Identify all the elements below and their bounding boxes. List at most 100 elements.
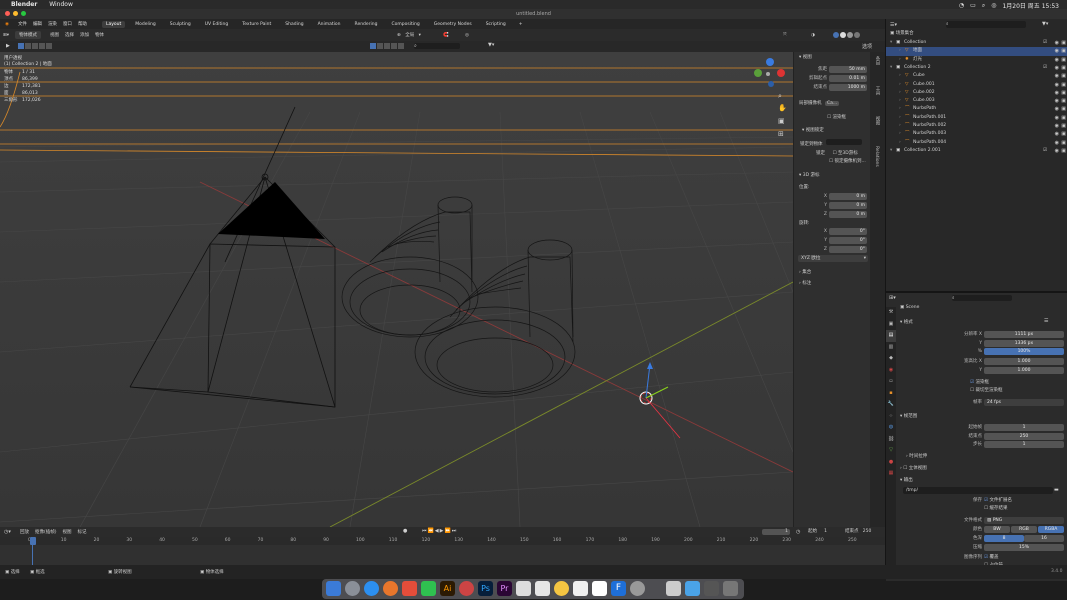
add-workspace-button[interactable]: +: [519, 22, 523, 27]
overlay-icon[interactable]: ◑: [811, 33, 815, 38]
sidebar-tab-3[interactable]: Relations: [874, 146, 879, 172]
checkbox-icon[interactable]: ☑: [1043, 64, 1047, 72]
sidebar-tab-2[interactable]: 视图: [874, 116, 880, 142]
workspace-tab-6[interactable]: Animation: [314, 21, 345, 28]
workspace-tab-3[interactable]: UV Editing: [201, 21, 232, 28]
text-editor-icon[interactable]: [592, 581, 607, 596]
start-frame-field[interactable]: 起始 1: [808, 529, 827, 535]
output-path-input[interactable]: /tmp/: [903, 487, 1053, 494]
render-visibility-icon[interactable]: ▣: [1061, 56, 1066, 64]
jump-end-icon[interactable]: ⏭: [452, 528, 458, 534]
sidebar-tab-1[interactable]: 工具: [874, 86, 880, 112]
options-label[interactable]: 选项: [862, 43, 872, 50]
depth-8-button[interactable]: 8: [984, 535, 1024, 542]
render-visibility-icon[interactable]: ▣: [1061, 114, 1066, 122]
menu-item-0[interactable]: 文件: [18, 22, 27, 27]
npanel-field[interactable]: 50 mm: [829, 66, 867, 73]
prev-key-icon[interactable]: ⏪: [428, 528, 435, 534]
outliner-object-row[interactable]: › ✹ 灯光 ◉ ▣: [886, 56, 1067, 64]
depth-16-button[interactable]: 16: [1024, 535, 1064, 542]
collection-tab-icon[interactable]: ▫: [886, 376, 896, 388]
clock-icon[interactable]: ◷: [796, 529, 800, 535]
property-field[interactable]: 100%: [984, 348, 1064, 355]
select-tool-icon[interactable]: ▶: [6, 43, 10, 49]
expand-arrow-icon[interactable]: ›: [899, 105, 901, 113]
annotation-section-header[interactable]: › 标注: [799, 280, 811, 286]
presets-icon[interactable]: ☰: [1044, 318, 1048, 324]
color-rgba-button[interactable]: RGBA: [1038, 526, 1064, 533]
file-ext-checkbox[interactable]: ☑ 文件扩展名: [984, 497, 1012, 505]
menu-item-2[interactable]: 渲染: [48, 22, 57, 27]
minimize-icon[interactable]: [13, 11, 18, 16]
npanel-field[interactable]: 1000 m: [829, 84, 867, 91]
expand-arrow-icon[interactable]: ▾: [890, 64, 892, 72]
illustrator-icon[interactable]: Ai: [440, 581, 455, 596]
timeline-type-icon[interactable]: ◷▾: [4, 529, 11, 535]
output-tab-icon[interactable]: ▤: [886, 330, 896, 342]
outliner-collection-row[interactable]: ▾ ▣ Collection ☑ ◉ ▣: [886, 39, 1067, 47]
premiere-icon[interactable]: Pr: [497, 581, 512, 596]
property-field[interactable]: 1111 px: [984, 331, 1064, 338]
eye-icon[interactable]: ◉: [1055, 39, 1059, 47]
gizmo-icon[interactable]: ⤧: [783, 32, 787, 38]
npanel-field[interactable]: 0°: [829, 237, 867, 244]
world-tab-icon[interactable]: ◉: [886, 365, 896, 377]
menu-item-1[interactable]: 编辑: [33, 22, 42, 27]
object-tab-icon[interactable]: ▪: [886, 388, 896, 400]
properties-type-icon[interactable]: ⊞▾: [889, 295, 896, 301]
ortho-toggle-icon[interactable]: ⊞: [778, 130, 784, 138]
render-visibility-icon[interactable]: ▣: [1061, 139, 1066, 147]
downloads-folder-icon[interactable]: [685, 581, 700, 596]
local-camera-field[interactable]: Ca...: [824, 101, 840, 106]
npanel-field[interactable]: 0°: [829, 246, 867, 253]
npanel-field[interactable]: 0 m: [829, 193, 867, 200]
expand-arrow-icon[interactable]: ▾: [890, 39, 892, 47]
eye-icon[interactable]: ◉: [1055, 97, 1059, 105]
eye-icon[interactable]: ◉: [1055, 130, 1059, 138]
qq-icon[interactable]: [554, 581, 569, 596]
menu-item-4[interactable]: 帮助: [78, 22, 87, 27]
finder-icon[interactable]: [326, 581, 341, 596]
cursor-section-header[interactable]: ▾ 3D 游标: [799, 172, 819, 178]
wifi-icon[interactable]: ◔: [959, 2, 964, 9]
property-field[interactable]: 1: [984, 441, 1064, 448]
overwrite-checkbox[interactable]: ☑ 覆盖: [984, 554, 998, 562]
workspace-tab-10[interactable]: Scripting: [482, 21, 510, 28]
maximize-icon[interactable]: [21, 11, 26, 16]
firefox-icon[interactable]: [383, 581, 398, 596]
render-visibility-icon[interactable]: ▣: [1061, 64, 1066, 72]
texture-tab-icon[interactable]: ▦: [886, 468, 896, 480]
notes-icon[interactable]: [516, 581, 531, 596]
view-section-header[interactable]: ▾ 视图: [799, 54, 812, 60]
npanel-field[interactable]: 0.01 m: [829, 75, 867, 82]
trash-icon[interactable]: [723, 581, 738, 596]
view-lock-header[interactable]: ▾ 视图锁定: [802, 127, 824, 133]
system-preferences-icon[interactable]: [630, 581, 645, 596]
expand-arrow-icon[interactable]: ›: [899, 139, 901, 147]
mode-selector[interactable]: 物体模式: [15, 31, 42, 39]
viewport-menu-item-2[interactable]: 添加: [80, 33, 89, 38]
workspace-tab-2[interactable]: Sculpting: [166, 21, 195, 28]
output-panel-header[interactable]: ▾ 输出: [900, 477, 913, 483]
rotation-mode-dropdown[interactable]: XYZ 欧拉 ▾: [798, 255, 868, 262]
expand-arrow-icon[interactable]: ›: [899, 72, 901, 80]
crop-checkbox[interactable]: ☐ 裁切至渲染框: [970, 387, 1002, 393]
time-stretch-header[interactable]: › 时间拉伸: [906, 453, 927, 459]
render-region-checkbox[interactable]: ☐ 渲染框: [827, 114, 846, 120]
workspace-tab-5[interactable]: Shading: [281, 21, 307, 28]
launchpad-icon[interactable]: [345, 581, 360, 596]
workspace-tab-0[interactable]: Layout: [101, 20, 126, 28]
particles-tab-icon[interactable]: ⁘: [886, 411, 896, 423]
battery-icon[interactable]: ▭: [970, 2, 976, 9]
folder-icon[interactable]: ▬: [1054, 487, 1059, 493]
expand-arrow-icon[interactable]: ›: [899, 114, 901, 122]
editor-type-icon[interactable]: ⊞▾: [3, 33, 9, 38]
npanel-field[interactable]: 0 m: [829, 202, 867, 209]
screenshot-app-icon[interactable]: [704, 581, 719, 596]
select-subtract-icon[interactable]: [32, 43, 38, 49]
pivot-icon-2[interactable]: [377, 43, 383, 49]
property-field[interactable]: 1.000: [984, 358, 1064, 365]
material-shading-icon[interactable]: [847, 32, 853, 38]
property-field[interactable]: 1.000: [984, 366, 1064, 374]
workspace-tab-1[interactable]: Modeling: [131, 21, 159, 28]
